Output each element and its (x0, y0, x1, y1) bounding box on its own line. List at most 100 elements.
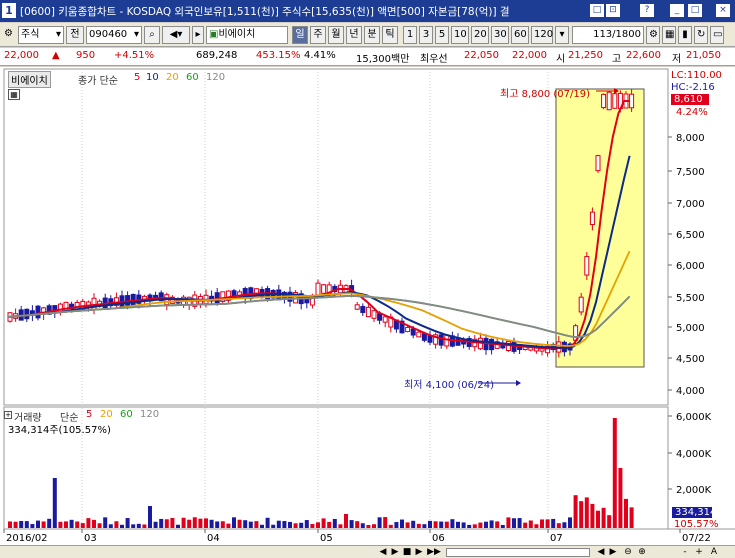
interval-5[interactable]: 5 (435, 26, 449, 44)
scroll-left-button[interactable]: ◀ (378, 546, 388, 558)
period-tick-tab[interactable]: 틱 (382, 26, 398, 44)
high-label: 고 (612, 54, 622, 65)
volume-bar (349, 520, 354, 528)
interval-60[interactable]: 60 (511, 26, 529, 44)
play-button[interactable]: ▶ (390, 546, 400, 558)
volume-bar (411, 520, 416, 528)
chevron-down-icon[interactable]: ▾ (555, 26, 569, 44)
volume-bar (551, 518, 556, 528)
stop-button[interactable]: ■ (402, 546, 412, 558)
candle-body (629, 93, 635, 109)
volume-bar (422, 524, 427, 528)
volume-bar (114, 521, 119, 528)
volume-bar (321, 518, 326, 528)
volume-bar (601, 507, 606, 528)
scrollbar-track[interactable] (446, 548, 590, 557)
low-label: 저 (672, 54, 682, 65)
volume-bar (355, 521, 360, 528)
candle-body (35, 305, 41, 319)
type-select-value: 주식 (21, 29, 40, 40)
turnover: 4.41% (304, 50, 336, 61)
period-minute-tab[interactable]: 분 (364, 26, 380, 44)
y-tick-label: 4,000 (676, 386, 705, 397)
open-label: 시 (556, 54, 566, 65)
stock-name-box[interactable]: ▣비에이치 (206, 26, 288, 44)
calendar-icon[interactable]: ▦ (8, 89, 20, 100)
volume-bar (484, 521, 488, 528)
price-volume-chart[interactable]: 8,000 7,500 7,000 6,500 6,000 5,500 5,000 4,500… (0, 67, 735, 545)
close-button[interactable]: × (716, 4, 730, 17)
volume-bar (629, 507, 634, 528)
volume-bar (192, 517, 197, 528)
period-week-tab[interactable]: 주 (310, 26, 326, 44)
candle-body (438, 334, 444, 346)
interval-30[interactable]: 30 (491, 26, 509, 44)
ma-period-20: 20 (166, 72, 179, 83)
fast-forward-button[interactable]: ▶▶ (426, 546, 442, 558)
chevron-down-icon: ▾ (133, 29, 139, 40)
grid-icon[interactable]: ▦ (662, 26, 676, 44)
settings-icon[interactable]: ⚙ (2, 26, 16, 44)
candle-body (584, 256, 590, 276)
search-icon[interactable]: ⌕ (144, 26, 160, 44)
volume-bar (377, 517, 382, 528)
gear-icon[interactable]: ⚙ (646, 26, 660, 44)
volume-bar (288, 521, 292, 528)
refresh-icon[interactable]: ↻ (694, 26, 708, 44)
type-select[interactable]: 주식 ▾ (18, 26, 64, 44)
volume-bar (136, 523, 141, 528)
save-icon[interactable]: □ (590, 4, 604, 17)
interval-1[interactable]: 1 (403, 26, 417, 44)
volume-bar (366, 524, 371, 528)
maximize-icon[interactable]: ▭ (710, 26, 724, 44)
period-month-tab[interactable]: 월 (328, 26, 344, 44)
period-year-tab[interactable]: 년 (346, 26, 362, 44)
candle-body (595, 155, 601, 172)
interval-10[interactable]: 10 (451, 26, 469, 44)
price-pane-name[interactable]: 비에이치 (8, 71, 51, 88)
expand-icon[interactable]: + (4, 411, 12, 419)
interval-3[interactable]: 3 (419, 26, 433, 44)
x-ticks-group: 2016/02 03 04 05 06 07 07/22 (3, 529, 711, 544)
candle-body (24, 308, 30, 320)
step-button[interactable]: ▶ (414, 546, 424, 558)
interval-20[interactable]: 20 (471, 26, 489, 44)
interval-120[interactable]: 120 (531, 26, 553, 44)
volume-bar (181, 517, 186, 528)
speaker-icon[interactable]: ◀▾ (162, 26, 190, 44)
volume-bar (624, 498, 628, 528)
font-size-button[interactable]: A (708, 546, 720, 558)
maximize-button[interactable]: □ (688, 4, 702, 17)
help-icon[interactable]: ? (640, 4, 654, 17)
volume-bar (226, 523, 231, 528)
page-counter[interactable]: 113/1800 (572, 26, 644, 44)
scroll-prev-button[interactable]: ◀ (596, 546, 606, 558)
volume-bar (254, 521, 259, 528)
minimize-button[interactable]: _ (670, 4, 684, 17)
volume-bar (30, 524, 35, 528)
code-input[interactable]: 090460 ▾ (86, 26, 142, 44)
volume-bar (131, 524, 136, 528)
volume-bar (293, 523, 298, 528)
link-icon[interactable]: ⊡ (606, 4, 620, 17)
prev-button[interactable]: 전 (66, 26, 84, 44)
shrink-button[interactable]: - (680, 546, 690, 558)
volume-bar (540, 519, 544, 528)
volume-bar (120, 524, 124, 528)
page-total: /1800 (612, 29, 641, 40)
bar-icon[interactable]: ▮ (678, 26, 692, 44)
enlarge-button[interactable]: + (694, 546, 704, 558)
chart-area[interactable]: 8,000 7,500 7,000 6,500 6,000 5,500 5,000 4,500… (0, 67, 735, 558)
candle-body (405, 326, 411, 333)
expand-icon[interactable]: ▸ (192, 26, 204, 44)
zoom-out-icon[interactable]: ⊖ (622, 546, 634, 558)
y-tick-label: 5,500 (676, 293, 705, 304)
scroll-next-button[interactable]: ▶ (608, 546, 618, 558)
volume-bar (573, 495, 578, 528)
volume-bar (478, 522, 483, 528)
period-day-tab[interactable]: 일 (292, 26, 308, 44)
title-bar: 1 [0600] 키움종합차트 - KOSDAQ 외국인보유[1,511(천)]… (0, 0, 735, 22)
x-tick-label: 04 (207, 533, 220, 544)
candle-body (382, 316, 388, 323)
zoom-in-icon[interactable]: ⊕ (636, 546, 648, 558)
